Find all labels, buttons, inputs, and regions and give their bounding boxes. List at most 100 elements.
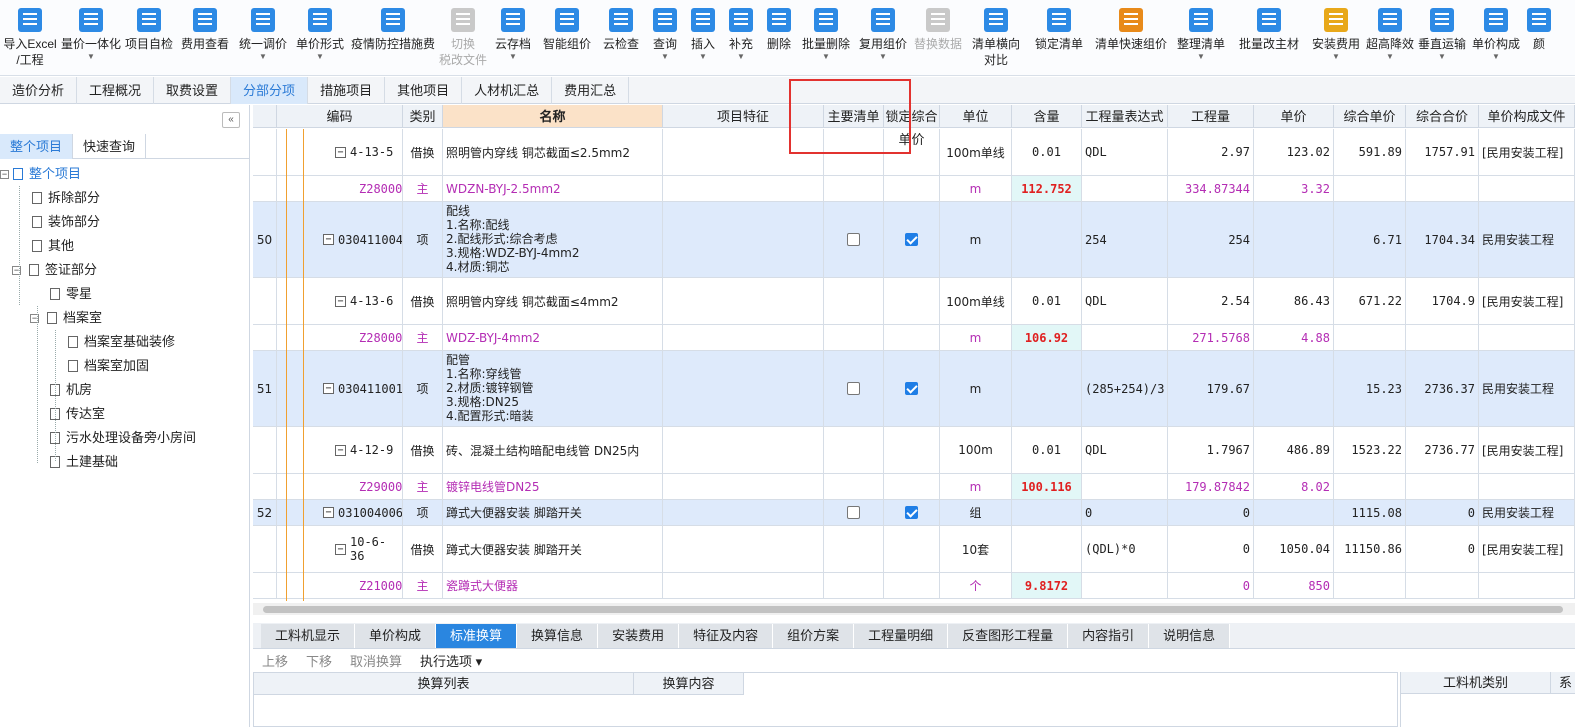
toolbar-button-11[interactable]: 查询 ▼ — [646, 0, 684, 76]
main-list-cell[interactable] — [824, 351, 884, 426]
toolbar-button-8[interactable]: 云存档 ▼ — [488, 0, 538, 76]
table-row[interactable]: −4-13-5 借换 照明管内穿线 铜芯截面≤2.5mm2 100m单线 0.01 QDL… — [253, 129, 1575, 176]
toolbar-button-18[interactable]: 清单横向 对比 — [964, 0, 1028, 76]
table-row[interactable]: Z2900006···主镀锌电线管DN25 m 100.116 179.878428.… — [253, 474, 1575, 500]
bottom-tab-9[interactable]: 内容指引 — [1068, 624, 1150, 648]
table-row[interactable]: 51−030411001001项配管 1.名称:穿线管 2.材质:镀锌钢管 3.… — [253, 351, 1575, 427]
tab-4[interactable]: 措施项目 — [308, 77, 386, 104]
main-list-checkbox[interactable] — [847, 382, 860, 395]
toolbar-button-3[interactable]: 费用查看 — [176, 0, 234, 76]
collapse-toggle-icon[interactable]: − — [0, 169, 9, 179]
tab-0[interactable]: 造价分析 — [0, 77, 78, 104]
toolbar-button-1[interactable]: 量价一体化 ▼ — [60, 0, 122, 76]
table-row[interactable]: −4-13-6 借换 照明管内穿线 铜芯截面≤4mm2 100m单线 0.01 QDL 2.… — [253, 278, 1575, 325]
toolbar-button-4[interactable]: 统一调价 ▼ — [234, 0, 292, 76]
tree-item[interactable]: 档案室加固 — [68, 354, 149, 378]
main-list-cell[interactable] — [824, 526, 884, 572]
lock-price-cell[interactable] — [884, 176, 940, 201]
toolbar-button-12[interactable]: 插入 ▼ — [684, 0, 722, 76]
toolbar-button-6[interactable]: 疫情防控措施费 — [348, 0, 438, 76]
tab-6[interactable]: 人材机汇总 — [462, 77, 553, 104]
toolbar-button-15[interactable]: 批量删除 ▼ — [798, 0, 854, 76]
tree-item[interactable]: 其他 — [32, 234, 74, 258]
lock-price-cell[interactable] — [884, 474, 940, 499]
column-header-1[interactable]: 编码 — [277, 105, 403, 128]
toolbar-button-5[interactable]: 单价形式 ▼ — [292, 0, 348, 76]
left-tab-1[interactable]: 快速查询 — [73, 134, 147, 159]
tab-2[interactable]: 取费设置 — [154, 77, 232, 104]
table-row[interactable]: −10-6-36 借换 蹲式大便器安装 脚踏开关 10套 (QDL)*0 0 1050.04… — [253, 526, 1575, 573]
toolbar-button-26[interactable]: 单价构成 ▼ — [1468, 0, 1524, 76]
lock-price-cell[interactable] — [884, 427, 940, 473]
toolbar-button-9[interactable]: 智能组价 — [538, 0, 596, 76]
toolbar-button-13[interactable]: 补充 ▼ — [722, 0, 760, 76]
collapse-panel-button[interactable]: « — [222, 112, 240, 128]
action-button-2[interactable]: 取消换算 — [350, 651, 402, 671]
bottom-tab-3[interactable]: 换算信息 — [517, 624, 599, 648]
collapse-toggle-icon[interactable]: − — [323, 383, 334, 394]
collapse-toggle-icon[interactable]: − — [335, 543, 346, 555]
action-button-3[interactable]: 执行选项 ▾ — [420, 651, 482, 671]
table-row[interactable]: 52−031004006001项蹲式大便器安装 脚踏开关组001115.080民… — [253, 500, 1575, 526]
column-header-3[interactable]: 名称 — [443, 105, 663, 128]
toolbar-button-10[interactable]: 云检查 — [596, 0, 646, 76]
action-button-1[interactable]: 下移 — [306, 651, 332, 671]
toolbar-button-19[interactable]: 锁定清单 — [1028, 0, 1090, 76]
toolbar-button-14[interactable]: 删除 — [760, 0, 798, 76]
column-header-14[interactable]: 单价构成文件 — [1479, 105, 1575, 128]
main-list-cell[interactable] — [824, 176, 884, 201]
toolbar-button-25[interactable]: 垂直运输 ▼ — [1416, 0, 1468, 76]
bottom-tab-4[interactable]: 安装费用 — [598, 624, 680, 648]
bottom-tab-7[interactable]: 工程量明细 — [854, 624, 949, 648]
bottom-tab-2[interactable]: 标准换算 — [436, 624, 518, 648]
main-list-cell[interactable] — [824, 278, 884, 324]
scrollbar-thumb[interactable] — [263, 606, 1563, 613]
lock-price-checkbox[interactable] — [905, 382, 918, 395]
horizontal-scrollbar[interactable] — [253, 603, 1575, 615]
column-header-0[interactable] — [253, 105, 277, 128]
collapse-toggle-icon[interactable]: − — [335, 146, 346, 158]
table-row[interactable]: Z21000053主瓷蹲式大便器 个 9.8172 0850 — [253, 573, 1575, 599]
tree-item[interactable]: 零星 — [50, 282, 92, 306]
toolbar-button-22[interactable]: 批量改主材 — [1230, 0, 1308, 76]
column-header-7[interactable]: 单位 — [940, 105, 1012, 128]
table-row[interactable]: Z2800005···主WDZ-BYJ-4mm2 m 106.92 271.57684… — [253, 325, 1575, 351]
main-list-checkbox[interactable] — [847, 506, 860, 519]
lock-price-cell[interactable] — [884, 202, 940, 277]
tab-1[interactable]: 工程概况 — [77, 77, 155, 104]
table-row[interactable]: −4-12-9 借换 砖、混凝土结构暗配电线管 DN25内 100m 0.01 QDL 1.… — [253, 427, 1575, 474]
bottom-tab-10[interactable]: 说明信息 — [1149, 624, 1231, 648]
column-header-11[interactable]: 单价 — [1254, 105, 1334, 128]
main-list-cell[interactable] — [824, 202, 884, 277]
table-row[interactable]: Z2800005···主WDZN-BYJ-2.5mm2 m 112.752 334.8… — [253, 176, 1575, 202]
tab-3[interactable]: 分部分项 — [231, 77, 309, 104]
collapse-toggle-icon[interactable]: − — [335, 295, 346, 307]
toolbar-button-2[interactable]: 项目自检 — [122, 0, 176, 76]
collapse-toggle-icon[interactable]: − — [323, 507, 334, 518]
lock-price-cell[interactable] — [884, 526, 940, 572]
bottom-tab-1[interactable]: 单价构成 — [355, 624, 437, 648]
toolbar-button-20[interactable]: 清单快速组价 — [1090, 0, 1172, 76]
lock-price-cell[interactable] — [884, 500, 940, 525]
tree-item[interactable]: 传达室 — [50, 402, 105, 426]
toolbar-button-7[interactable]: 切换 税改文件 — [438, 0, 488, 76]
toolbar-button-21[interactable]: 整理清单 ▼ — [1172, 0, 1230, 76]
main-list-cell[interactable] — [824, 500, 884, 525]
column-header-2[interactable]: 类别 — [403, 105, 443, 128]
lock-price-cell[interactable] — [884, 325, 940, 350]
lock-price-cell[interactable] — [884, 351, 940, 426]
lock-price-checkbox[interactable] — [905, 506, 918, 519]
lock-price-cell[interactable] — [884, 278, 940, 324]
lock-price-cell[interactable] — [884, 573, 940, 598]
column-header-8[interactable]: 含量 — [1012, 105, 1082, 128]
main-list-cell[interactable] — [824, 573, 884, 598]
left-tab-0[interactable]: 整个项目 — [0, 134, 74, 159]
main-list-cell[interactable] — [824, 427, 884, 473]
tree-item[interactable]: 拆除部分 — [32, 186, 100, 210]
toolbar-button-27[interactable]: 颜 — [1524, 0, 1554, 76]
tree-item[interactable]: 污水处理设备旁小房间 — [50, 426, 196, 450]
bottom-tab-0[interactable]: 工料机显示 — [261, 624, 356, 648]
tree-item[interactable]: − 档案室 — [30, 306, 102, 330]
bottom-tab-8[interactable]: 反查图形工程量 — [948, 624, 1069, 648]
lock-price-checkbox[interactable] — [905, 233, 918, 246]
